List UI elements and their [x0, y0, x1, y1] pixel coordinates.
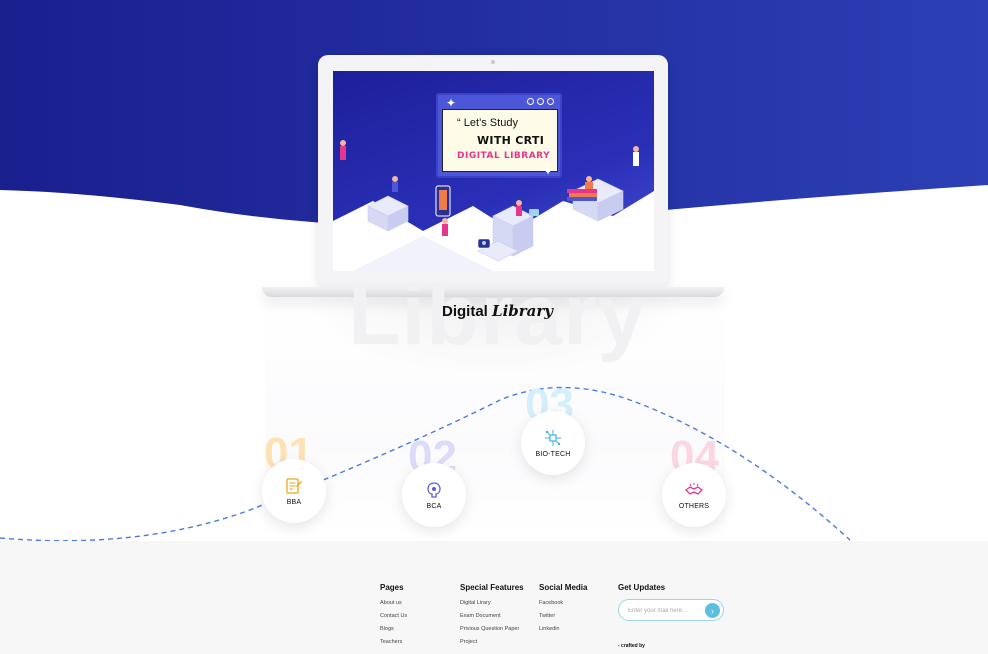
footer-social-heading: Social Media: [539, 583, 588, 592]
footer-link-teachers[interactable]: Teachers: [380, 639, 407, 645]
category-bca[interactable]: BCA: [402, 463, 466, 527]
sparkle-icon: ✦: [543, 164, 554, 178]
footer-link-exam-document[interactable]: Exam Document: [460, 613, 524, 619]
certificate-icon: [284, 476, 304, 496]
section-title-italic: Library: [492, 302, 553, 320]
footer-link-question-paper[interactable]: Privious Question Paper: [460, 626, 524, 632]
dashed-wave: [0, 386, 851, 542]
footer-updates-column: Get Updates: [618, 583, 665, 600]
banner-line-3: DIGITAL LIBRARY: [457, 151, 551, 161]
window-controls: [527, 98, 554, 105]
footer-link-facebook[interactable]: Facebook: [539, 600, 587, 606]
newsletter-form: ›: [618, 599, 724, 621]
footer-link-about[interactable]: About us: [380, 600, 407, 606]
circuit-icon: [543, 428, 563, 448]
camera-dot: [491, 60, 495, 64]
newsletter-submit-button[interactable]: ›: [705, 603, 720, 618]
sparkle-icon: ✦: [446, 96, 457, 110]
section-title: Digital Library: [442, 302, 553, 320]
footer-link-twitter[interactable]: Twitter: [539, 613, 587, 619]
laptop-screen: “ Let’s Study WITH CRTI DIGITAL LIBRARY …: [333, 71, 654, 271]
banner-line-1: “ Let’s Study: [457, 117, 518, 129]
footer-link-digital-library[interactable]: Digital Lirary: [460, 600, 524, 606]
banner-line-2: WITH CRTI: [477, 134, 545, 147]
footer-link-blogs[interactable]: Blogs: [380, 626, 407, 632]
section-title-plain: Digital: [442, 303, 488, 320]
footer-link-project[interactable]: Project: [460, 639, 524, 645]
footer-link-linkedin[interactable]: Linkedin: [539, 626, 587, 632]
category-bio-tech[interactable]: BIO-TECH: [521, 411, 585, 475]
footer-pages-heading: Pages: [380, 583, 404, 592]
laptop-mockup: “ Let’s Study WITH CRTI DIGITAL LIBRARY …: [318, 55, 668, 287]
footer-pages-column: Pages About us Contact Us Blogs Teachers: [380, 583, 407, 652]
handshake-icon: [684, 480, 704, 500]
brain-chip-icon: [424, 480, 444, 500]
category-label: OTHERS: [678, 503, 710, 510]
newsletter-email-input[interactable]: [628, 605, 704, 616]
study-banner: “ Let’s Study WITH CRTI DIGITAL LIBRARY: [442, 109, 558, 172]
category-bba[interactable]: BBA: [262, 459, 326, 523]
footer-link-contact[interactable]: Contact Us: [380, 613, 407, 619]
footer-features-column: Special Features Digital Lirary Exam Doc…: [460, 583, 524, 652]
category-label: BIO-TECH: [535, 451, 571, 458]
category-others[interactable]: OTHERS: [662, 463, 726, 527]
category-label: BBA: [286, 499, 302, 506]
footer-social-column: Social Media Facebook Twitter Linkedin: [539, 583, 587, 639]
footer-updates-heading: Get Updates: [618, 583, 666, 592]
crafted-by-text: - crafted by: [618, 643, 645, 649]
footer-features-heading: Special Features: [460, 583, 524, 592]
category-label: BCA: [426, 503, 442, 510]
